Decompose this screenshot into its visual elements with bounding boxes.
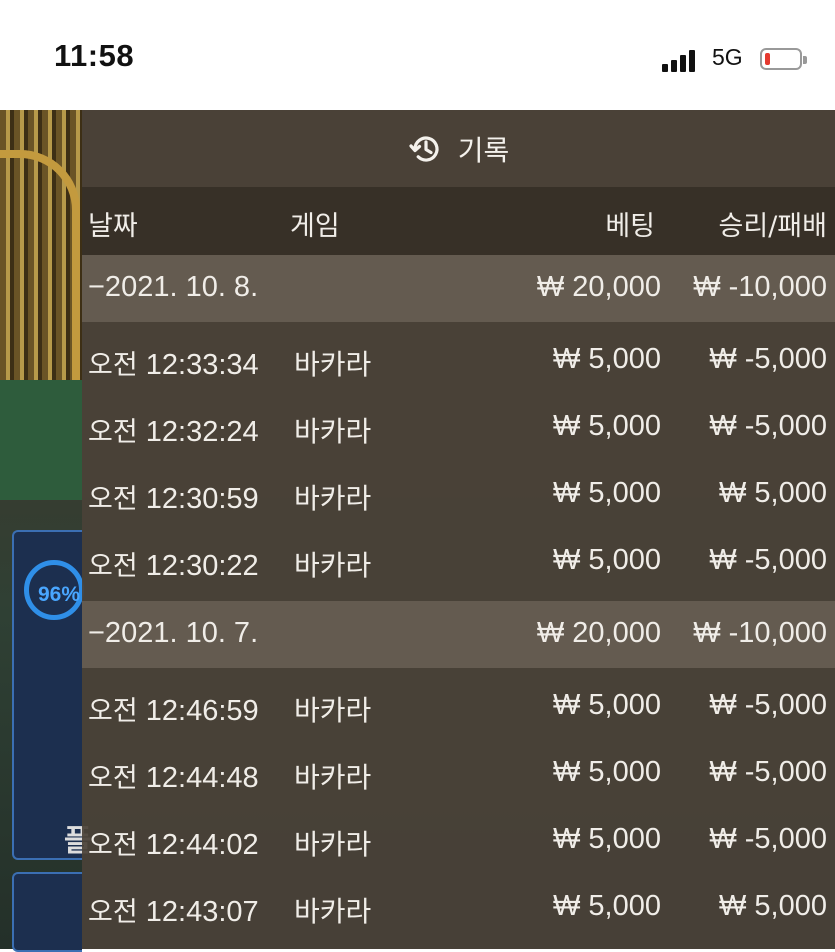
group-bet-total: ₩ 20,000 [536, 617, 661, 649]
row-result: ₩ 5,000 [719, 890, 827, 922]
row-game: 바카라 [294, 549, 372, 582]
row-game: 바카라 [294, 694, 372, 727]
history-row[interactable]: 오전 12:44:48 바카라 ₩ 5,000 ₩ -5,000 [82, 740, 835, 807]
history-row[interactable]: 오전 12:30:59 바카라 ₩ 5,000 ₩ 5,000 [82, 461, 835, 528]
history-title: 기록 [457, 133, 510, 167]
row-bet: ₩ 5,000 [553, 756, 661, 788]
table-felt [0, 380, 82, 500]
row-bet: ₩ 5,000 [553, 823, 661, 855]
row-bet: ₩ 5,000 [553, 689, 661, 721]
network-type: 5G [712, 44, 743, 70]
row-result: ₩ -5,000 [709, 544, 827, 576]
history-row[interactable]: 오전 12:32:24 바카라 ₩ 5,000 ₩ -5,000 [82, 394, 835, 461]
row-bet: ₩ 5,000 [553, 410, 661, 442]
row-bet: ₩ 5,000 [553, 544, 661, 576]
row-game: 바카라 [294, 415, 372, 448]
row-time: 오전 12:30:22 [88, 550, 259, 582]
row-result: ₩ -5,000 [709, 343, 827, 375]
column-result: 승리/패배 [718, 211, 827, 242]
group-date: −2021. 10. 7. [88, 617, 259, 649]
group-result-total: ₩ -10,000 [693, 271, 827, 303]
column-game: 게임 [290, 211, 340, 242]
row-game: 바카라 [294, 895, 372, 928]
row-time: 오전 12:44:48 [88, 762, 259, 794]
row-result: ₩ -5,000 [709, 756, 827, 788]
row-result: ₩ -5,000 [709, 689, 827, 721]
row-game: 바카라 [294, 828, 372, 861]
history-row[interactable]: 오전 12:44:02 바카라 ₩ 5,000 ₩ -5,000 [82, 807, 835, 874]
gold-arch-decoration [0, 150, 80, 410]
history-clock-icon [409, 135, 439, 162]
column-bet: 베팅 [605, 211, 655, 242]
history-panel: 기록 날짜 게임 베팅 승리/패배 −2021. 10. 8. ₩ 20,000… [82, 110, 835, 949]
row-time: 오전 12:33:34 [88, 349, 259, 381]
date-group-row[interactable]: −2021. 10. 8. ₩ 20,000 ₩ -10,000 [82, 255, 835, 322]
battery-icon [760, 48, 807, 70]
row-result: ₩ -5,000 [709, 823, 827, 855]
group-bet-total: ₩ 20,000 [536, 271, 661, 303]
side-panel-button[interactable] [12, 872, 82, 952]
row-time: 오전 12:44:02 [88, 829, 259, 861]
history-row[interactable]: 오전 12:30:22 바카라 ₩ 5,000 ₩ -5,000 [82, 528, 835, 595]
date-group-row[interactable]: −2021. 10. 7. ₩ 20,000 ₩ -10,000 [82, 601, 835, 668]
row-game: 바카라 [294, 761, 372, 794]
group-date: −2021. 10. 8. [88, 271, 259, 303]
row-time: 오전 12:30:59 [88, 483, 259, 515]
row-game: 바카라 [294, 482, 372, 515]
row-result: ₩ -5,000 [709, 410, 827, 442]
row-bet: ₩ 5,000 [553, 343, 661, 375]
column-header-row: 날짜 게임 베팅 승리/패배 [82, 187, 835, 255]
row-time: 오전 12:46:59 [88, 695, 259, 727]
history-row[interactable]: 오전 12:33:34 바카라 ₩ 5,000 ₩ -5,000 [82, 327, 835, 394]
status-time: 11:58 [54, 38, 135, 73]
group-result-total: ₩ -10,000 [693, 617, 827, 649]
cellular-signal-icon [662, 50, 702, 72]
row-bet: ₩ 5,000 [553, 477, 661, 509]
row-game: 바카라 [294, 348, 372, 381]
history-header: 기록 [82, 110, 835, 187]
row-result: ₩ 5,000 [719, 477, 827, 509]
row-time: 오전 12:43:07 [88, 896, 259, 928]
row-bet: ₩ 5,000 [553, 890, 661, 922]
column-date: 날짜 [88, 211, 138, 242]
history-row[interactable]: 오전 12:43:07 바카라 ₩ 5,000 ₩ 5,000 [82, 874, 835, 941]
progress-percent: 96% [38, 583, 81, 606]
row-time: 오전 12:32:24 [88, 416, 259, 448]
status-bar: 11:58 5G [0, 0, 835, 110]
history-row[interactable]: 오전 12:46:59 바카라 ₩ 5,000 ₩ -5,000 [82, 673, 835, 740]
